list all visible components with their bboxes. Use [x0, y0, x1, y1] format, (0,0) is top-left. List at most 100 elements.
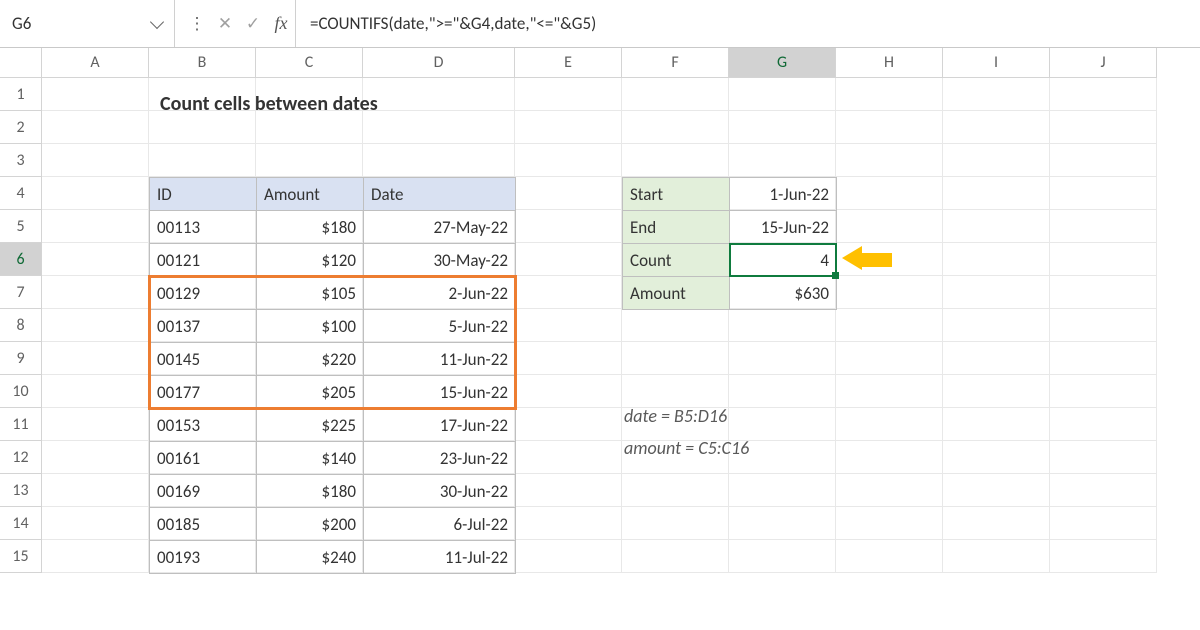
row-header-14[interactable]: 14: [0, 507, 42, 540]
cell-date[interactable]: 17-Jun-22: [364, 409, 516, 442]
row-header-3[interactable]: 3: [0, 144, 42, 177]
summary-table: Start1-Jun-22 End15-Jun-22 Count4 Amount…: [622, 177, 837, 310]
col-header-a[interactable]: A: [42, 48, 149, 78]
value-end[interactable]: 15-Jun-22: [730, 211, 837, 244]
name-box-value: G6: [12, 13, 31, 34]
row-header-13[interactable]: 13: [0, 474, 42, 507]
col-header-b[interactable]: B: [149, 48, 256, 78]
value-count[interactable]: 4: [730, 244, 837, 277]
col-header-e[interactable]: E: [515, 48, 622, 78]
page-title: Count cells between dates: [160, 92, 378, 116]
table-row: 00145$22011-Jun-22: [150, 343, 516, 376]
cell-date[interactable]: 6-Jul-22: [364, 508, 516, 541]
row-header-2[interactable]: 2: [0, 111, 42, 144]
header-date[interactable]: Date: [364, 178, 516, 211]
table-row: 00193$24011-Jul-22: [150, 541, 516, 574]
content-canvas: Count cells between dates ID Amount Date…: [42, 78, 1200, 573]
select-all-corner[interactable]: [0, 48, 42, 78]
spreadsheet-grid: A B C D E F G H I J 1 2 3 4 5 6 7 8 9 10…: [0, 48, 1200, 573]
cell-amount[interactable]: $240: [257, 541, 364, 574]
label-amount[interactable]: Amount: [623, 277, 730, 310]
row-header-8[interactable]: 8: [0, 309, 42, 342]
cell-date[interactable]: 30-May-22: [364, 244, 516, 277]
table-row: 00185$2006-Jul-22: [150, 508, 516, 541]
cell-amount[interactable]: $220: [257, 343, 364, 376]
cell-id[interactable]: 00185: [150, 508, 257, 541]
col-header-c[interactable]: C: [256, 48, 363, 78]
row-header-7[interactable]: 7: [0, 276, 42, 309]
table-row: 00129$1052-Jun-22: [150, 277, 516, 310]
header-amount[interactable]: Amount: [257, 178, 364, 211]
cell-date[interactable]: 27-May-22: [364, 211, 516, 244]
row-header-5[interactable]: 5: [0, 210, 42, 243]
value-amount[interactable]: $630: [730, 277, 837, 310]
label-count[interactable]: Count: [623, 244, 730, 277]
cell-id[interactable]: 00169: [150, 475, 257, 508]
cell-amount[interactable]: $140: [257, 442, 364, 475]
col-header-j[interactable]: J: [1050, 48, 1157, 78]
cell-id[interactable]: 00193: [150, 541, 257, 574]
cell-date[interactable]: 5-Jun-22: [364, 310, 516, 343]
data-table: ID Amount Date 00113$18027-May-22 00121$…: [149, 177, 516, 574]
table-row: 00121$12030-May-22: [150, 244, 516, 277]
cell-date[interactable]: 15-Jun-22: [364, 376, 516, 409]
cell-id[interactable]: 00153: [150, 409, 257, 442]
cell-id[interactable]: 00145: [150, 343, 257, 376]
table-row: 00169$18030-Jun-22: [150, 475, 516, 508]
col-header-f[interactable]: F: [622, 48, 729, 78]
table-row: 00177$20515-Jun-22: [150, 376, 516, 409]
name-box[interactable]: G6: [0, 0, 175, 47]
vertical-dots-icon[interactable]: ⋮: [183, 10, 211, 38]
cell-amount[interactable]: $120: [257, 244, 364, 277]
row-header-12[interactable]: 12: [0, 441, 42, 474]
value-start[interactable]: 1-Jun-22: [730, 178, 837, 211]
table-row: 00113$18027-May-22: [150, 211, 516, 244]
arrow-icon: [862, 251, 892, 272]
chevron-down-icon[interactable]: [150, 14, 164, 28]
row-header-15[interactable]: 15: [0, 540, 42, 573]
col-header-i[interactable]: I: [943, 48, 1050, 78]
cell-id[interactable]: 00129: [150, 277, 257, 310]
row-header-10[interactable]: 10: [0, 375, 42, 408]
label-end[interactable]: End: [623, 211, 730, 244]
cell-id[interactable]: 00137: [150, 310, 257, 343]
cell-amount[interactable]: $100: [257, 310, 364, 343]
cell-date[interactable]: 23-Jun-22: [364, 442, 516, 475]
formula-input[interactable]: =COUNTIFS(date,">="&G4,date,"<="&G5): [296, 0, 1200, 47]
label-start[interactable]: Start: [623, 178, 730, 211]
cell-amount[interactable]: $105: [257, 277, 364, 310]
formula-text: =COUNTIFS(date,">="&G4,date,"<="&G5): [310, 13, 596, 34]
table-row: 00153$22517-Jun-22: [150, 409, 516, 442]
row-header-1[interactable]: 1: [0, 78, 42, 111]
fx-icon[interactable]: fx: [267, 10, 295, 38]
row-header-9[interactable]: 9: [0, 342, 42, 375]
enter-icon[interactable]: ✓: [239, 10, 267, 38]
note-line: date = B5:D16: [624, 400, 749, 432]
cell-date[interactable]: 2-Jun-22: [364, 277, 516, 310]
cell-amount[interactable]: $205: [257, 376, 364, 409]
col-header-d[interactable]: D: [363, 48, 515, 78]
cell-id[interactable]: 00161: [150, 442, 257, 475]
cancel-icon[interactable]: ✕: [211, 10, 239, 38]
cell-date[interactable]: 30-Jun-22: [364, 475, 516, 508]
table-row: 00137$1005-Jun-22: [150, 310, 516, 343]
cell-amount[interactable]: $225: [257, 409, 364, 442]
col-header-g[interactable]: G: [729, 48, 836, 78]
cell-id[interactable]: 00177: [150, 376, 257, 409]
cell-date[interactable]: 11-Jun-22: [364, 343, 516, 376]
cell-id[interactable]: 00113: [150, 211, 257, 244]
row-header-4[interactable]: 4: [0, 177, 42, 210]
col-header-h[interactable]: H: [836, 48, 943, 78]
cell-date[interactable]: 11-Jul-22: [364, 541, 516, 574]
formula-bar: G6 ⋮ ✕ ✓ fx =COUNTIFS(date,">="&G4,date,…: [0, 0, 1200, 48]
formula-bar-buttons: ⋮ ✕ ✓ fx: [175, 0, 296, 47]
row-header-11[interactable]: 11: [0, 408, 42, 441]
cell-amount[interactable]: $200: [257, 508, 364, 541]
cell-amount[interactable]: $180: [257, 211, 364, 244]
row-header-6[interactable]: 6: [0, 243, 42, 276]
header-id[interactable]: ID: [150, 178, 257, 211]
cell-amount[interactable]: $180: [257, 475, 364, 508]
table-header-row: ID Amount Date: [150, 178, 516, 211]
cell-id[interactable]: 00121: [150, 244, 257, 277]
notes: date = B5:D16 amount = C5:C16: [624, 400, 749, 464]
